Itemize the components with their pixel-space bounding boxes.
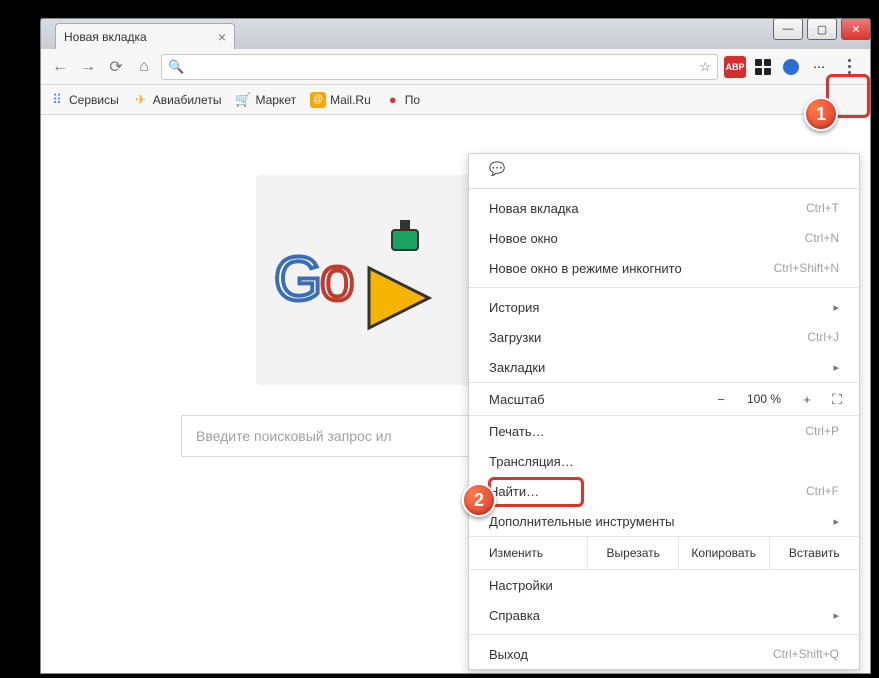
doodle-svg: G o [274,220,444,340]
bookmark-market[interactable]: 🛒Маркет [235,92,296,108]
svg-text:G: G [274,245,322,314]
menu-bookmarks[interactable]: Закладки▸ [469,352,859,382]
extension-icon-1[interactable] [752,56,774,78]
zoom-label: Масштаб [489,392,705,407]
toolbar: ← → ⟳ ⌂ 🔍 ☆ ABP ⋯ [41,49,870,85]
menu-find[interactable]: Найти…Ctrl+F [469,476,859,506]
menu-history[interactable]: История▸ [469,292,859,322]
chrome-menu: 💬 Новая вкладкаCtrl+T Новое окноCtrl+N Н… [468,153,860,670]
maximize-button[interactable]: ▢ [807,18,837,40]
menu-print[interactable]: Печать…Ctrl+P [469,416,859,446]
menu-cast[interactable]: Трансляция… [469,446,859,476]
zoom-in-button[interactable]: + [791,392,823,407]
home-button[interactable]: ⌂ [133,56,155,78]
bookmark-label: Mail.Ru [330,93,371,107]
page-content: G o Введите поисковый запрос ил 💬 Новая … [41,115,870,673]
annotation-callout-2: 2 [462,483,496,517]
address-input[interactable] [190,55,693,79]
menu-more-tools[interactable]: Дополнительные инструменты▸ [469,506,859,536]
zoom-percent: 100 % [737,392,791,406]
window-caption-buttons: — ▢ ✕ [769,18,871,40]
close-window-button[interactable]: ✕ [841,18,871,40]
extension-icon-3[interactable]: ⋯ [808,56,830,78]
menu-edit-row: Изменить Вырезать Копировать Вставить [469,536,859,570]
edit-label: Изменить [469,537,588,569]
bookmark-mailru[interactable]: @Mail.Ru [310,92,371,108]
menu-new-window[interactable]: Новое окноCtrl+N [469,223,859,253]
menu-exit[interactable]: ВыходCtrl+Shift+Q [469,639,859,669]
search-placeholder-text: Введите поисковый запрос ил [196,428,392,444]
speech-icon: 💬 [489,161,839,177]
search-icon: 🔍 [168,59,184,75]
back-button[interactable]: ← [49,56,71,78]
browser-window: — ▢ ✕ Новая вкладка × ← → ⟳ ⌂ 🔍 ☆ ABP ⋯ … [40,18,871,674]
chevron-right-icon: ▸ [833,515,839,528]
tab-close-icon[interactable]: × [218,29,226,45]
menu-separator [469,634,859,635]
bookmark-label: Сервисы [69,93,119,107]
svg-text:o: o [320,245,354,314]
menu-separator [469,287,859,288]
bookmark-aviabilety[interactable]: ✈Авиабилеты [133,92,222,108]
menu-settings[interactable]: Настройки [469,570,859,600]
extension-icon-2[interactable] [780,56,802,78]
annotation-callout-1: 1 [804,97,838,131]
menu-downloads[interactable]: ЗагрузкиCtrl+J [469,322,859,352]
fullscreen-icon[interactable]: ⛶ [823,391,851,408]
star-icon[interactable]: ☆ [699,59,711,75]
bookmarks-bar: ⠿Сервисы ✈Авиабилеты 🛒Маркет @Mail.Ru ●П… [41,85,870,115]
menu-cut[interactable]: Вырезать [588,537,679,569]
reload-button[interactable]: ⟳ [105,56,127,78]
tab-strip: Новая вкладка × [41,19,870,49]
bookmark-label: По [405,93,420,107]
menu-incognito[interactable]: Новое окно в режиме инкогнитоCtrl+Shift+… [469,253,859,283]
tab-title: Новая вкладка [64,30,147,44]
omnibox[interactable]: 🔍 ☆ [161,54,718,80]
forward-button[interactable]: → [77,56,99,78]
menu-paste[interactable]: Вставить [770,537,860,569]
chrome-menu-button[interactable] [836,54,862,80]
tab-new-tab[interactable]: Новая вкладка × [55,23,235,49]
zoom-out-button[interactable]: − [705,392,737,407]
menu-copy[interactable]: Копировать [679,537,770,569]
extension-abp-icon[interactable]: ABP [724,56,746,78]
minimize-button[interactable]: — [773,18,803,40]
bookmark-services[interactable]: ⠿Сервисы [49,92,119,108]
menu-new-tab[interactable]: Новая вкладкаCtrl+T [469,193,859,223]
chevron-right-icon: ▸ [833,361,839,374]
menu-disabled-row: 💬 [469,154,859,184]
menu-help[interactable]: Справка▸ [469,600,859,630]
bookmark-label: Авиабилеты [153,93,222,107]
bookmark-label: Маркет [255,93,296,107]
chevron-right-icon: ▸ [833,301,839,314]
menu-zoom-row: Масштаб − 100 % + ⛶ [469,382,859,416]
menu-separator [469,188,859,189]
bookmark-truncated[interactable]: ●По [385,92,420,108]
chevron-right-icon: ▸ [833,609,839,622]
